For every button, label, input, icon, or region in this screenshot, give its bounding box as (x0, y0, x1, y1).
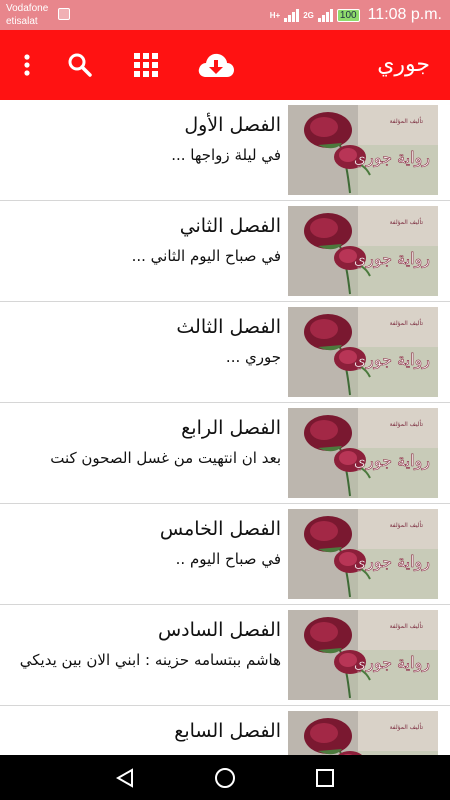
thumbnail-caption: رواية جوري (354, 148, 430, 167)
chapter-title: الفصل الخامس (159, 518, 281, 540)
apps-grid-icon[interactable] (128, 30, 164, 100)
list-item[interactable]: رواية جوري تأليف المؤلفة الفصل الرابع بع… (0, 403, 450, 504)
chapter-subtitle: في صباح اليوم الثاني ... (131, 247, 281, 265)
carrier-label: Vodafone etisalat (6, 2, 48, 28)
network-type-1: H+ (269, 10, 281, 20)
chapter-subtitle: جوري ... (225, 348, 281, 366)
chapter-subtitle: هاشم ببتسامه حزينه : ابني الان بين يديكي (19, 651, 281, 669)
list-item[interactable]: رواية جوري تأليف المؤلفة الفصل الثاني في… (0, 201, 450, 302)
chapter-thumbnail: رواية جوري تأليف المؤلفة (288, 105, 438, 195)
app-bar: جوري (0, 30, 450, 100)
chapter-title: الفصل الأول (184, 114, 281, 136)
chapter-thumbnail: رواية جوري تأليف المؤلفة (288, 509, 438, 599)
chapter-title: الفصل السابع (174, 720, 281, 742)
thumbnail-caption: رواية جوري (354, 350, 430, 369)
chapter-title: الفصل السادس (157, 619, 281, 641)
list-item[interactable]: رواية جوري تأليف المؤلفة الفصل الخامس في… (0, 504, 450, 605)
chapter-thumbnail: رواية جوري تأليف المؤلفة (288, 307, 438, 397)
chapter-thumbnail: رواية جوري تأليف المؤلفة (288, 408, 438, 498)
battery-icon: 100 (336, 8, 360, 22)
more-vert-icon[interactable] (12, 30, 42, 100)
chapter-thumbnail: رواية جوري تأليف المؤلفة (288, 711, 438, 755)
signal-icon (284, 8, 300, 22)
back-icon[interactable] (95, 755, 155, 800)
list-item[interactable]: رواية جوري تأليف المؤلفة الفصل الثالث جو… (0, 302, 450, 403)
list-item[interactable]: رواية جوري تأليف المؤلفة الفصل الأول في … (0, 100, 450, 201)
thumbnail-small-text: تأليف المؤلفة (390, 621, 424, 630)
chapter-title: الفصل الثالث (176, 316, 281, 338)
chapter-subtitle: بعد ان انتهيت من غسل الصحون كنت (50, 449, 281, 467)
thumbnail-caption: رواية جوري (354, 552, 430, 571)
chapter-thumbnail: رواية جوري تأليف المؤلفة (288, 206, 438, 296)
chapter-subtitle: في صباح اليوم .. (175, 550, 281, 568)
chapter-subtitle: في ليلة زواجها ... (171, 146, 281, 164)
recents-icon[interactable] (295, 755, 355, 800)
thumbnail-small-text: تأليف المؤلفة (390, 318, 424, 327)
list-item[interactable]: رواية جوري تأليف المؤلفة الفصل السادس ها… (0, 605, 450, 706)
cloud-download-icon[interactable] (194, 30, 238, 100)
chapter-title: الفصل الرابع (181, 417, 281, 439)
thumbnail-small-text: تأليف المؤلفة (390, 419, 424, 428)
thumbnail-small-text: تأليف المؤلفة (390, 116, 424, 125)
thumbnail-caption: رواية جوري (354, 249, 430, 268)
list-item[interactable]: رواية جوري تأليف المؤلفة الفصل السابع (0, 706, 450, 755)
thumbnail-caption: رواية جوري (354, 653, 430, 672)
signal-icon-2 (317, 8, 333, 22)
thumbnail-small-text: تأليف المؤلفة (390, 722, 424, 731)
navigation-bar (0, 755, 450, 800)
home-icon[interactable] (195, 755, 255, 800)
chapter-list: رواية جوري تأليف المؤلفة الفصل الأول في … (0, 100, 450, 755)
image-notification-icon (58, 8, 70, 20)
thumbnail-small-text: تأليف المؤلفة (390, 217, 424, 226)
search-icon[interactable] (62, 30, 98, 100)
status-bar: Vodafone etisalat H+ 2G 100 11:08 p.m. (0, 0, 450, 30)
carrier-line-1: Vodafone (6, 3, 49, 14)
clock: 11:08 p.m. (367, 6, 442, 23)
chapter-thumbnail: رواية جوري تأليف المؤلفة (288, 610, 438, 700)
chapter-title: الفصل الثاني (179, 215, 281, 237)
carrier-line-2: etisalat (6, 16, 38, 27)
thumbnail-small-text: تأليف المؤلفة (390, 520, 424, 529)
network-type-2: 2G (303, 10, 314, 20)
app-title: جوري (377, 52, 430, 77)
thumbnail-caption: رواية جوري (354, 451, 430, 470)
